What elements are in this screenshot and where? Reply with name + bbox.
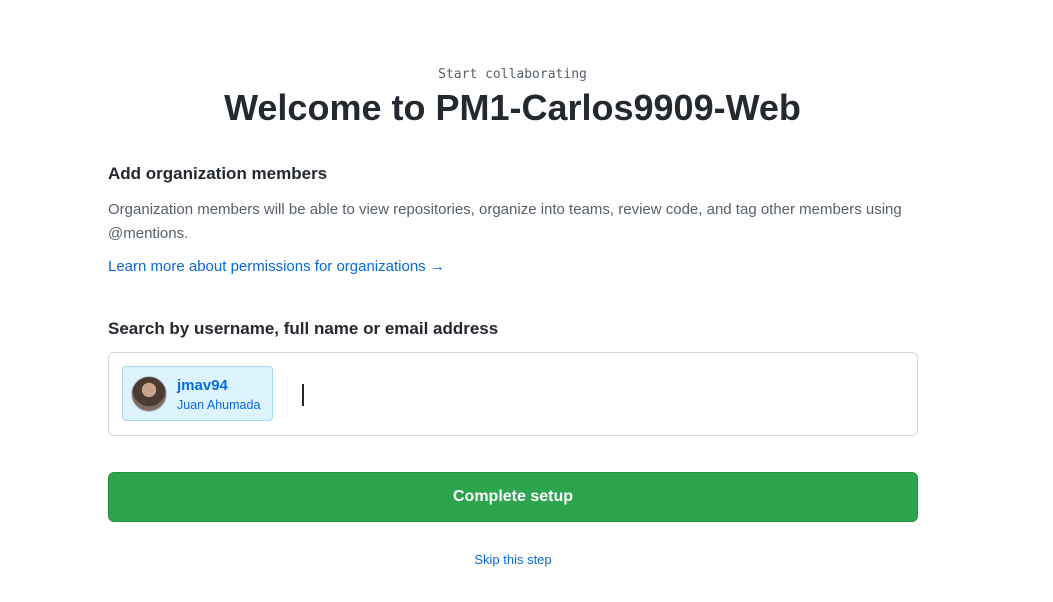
skip-step-link[interactable]: Skip this step [108,552,918,567]
member-username: jmav94 [177,377,228,394]
member-search-box[interactable]: jmav94 Juan Ahumada [108,352,918,436]
section-description: Organization members will be able to vie… [108,201,902,242]
page-title: Welcome to PM1-Carlos9909-Web [224,87,801,128]
selected-member-chip[interactable]: jmav94 Juan Ahumada [122,366,273,421]
section-title: Add organization members [108,164,328,183]
page: Start collaborating Welcome to PM1-Carlo… [0,0,1053,602]
search-label: Search by username, full name or email a… [108,319,499,338]
setup-form: Add organization members Organization me… [108,160,918,567]
complete-setup-button[interactable]: Complete setup [108,472,918,522]
text-cursor [302,384,304,406]
member-search-input[interactable] [293,379,901,409]
avatar [131,376,167,412]
member-full-name: Juan Ahumada [177,398,261,412]
learn-more-link[interactable]: Learn more about permissions for organiz… [108,257,445,277]
eyebrow-text: Start collaborating [438,67,587,82]
